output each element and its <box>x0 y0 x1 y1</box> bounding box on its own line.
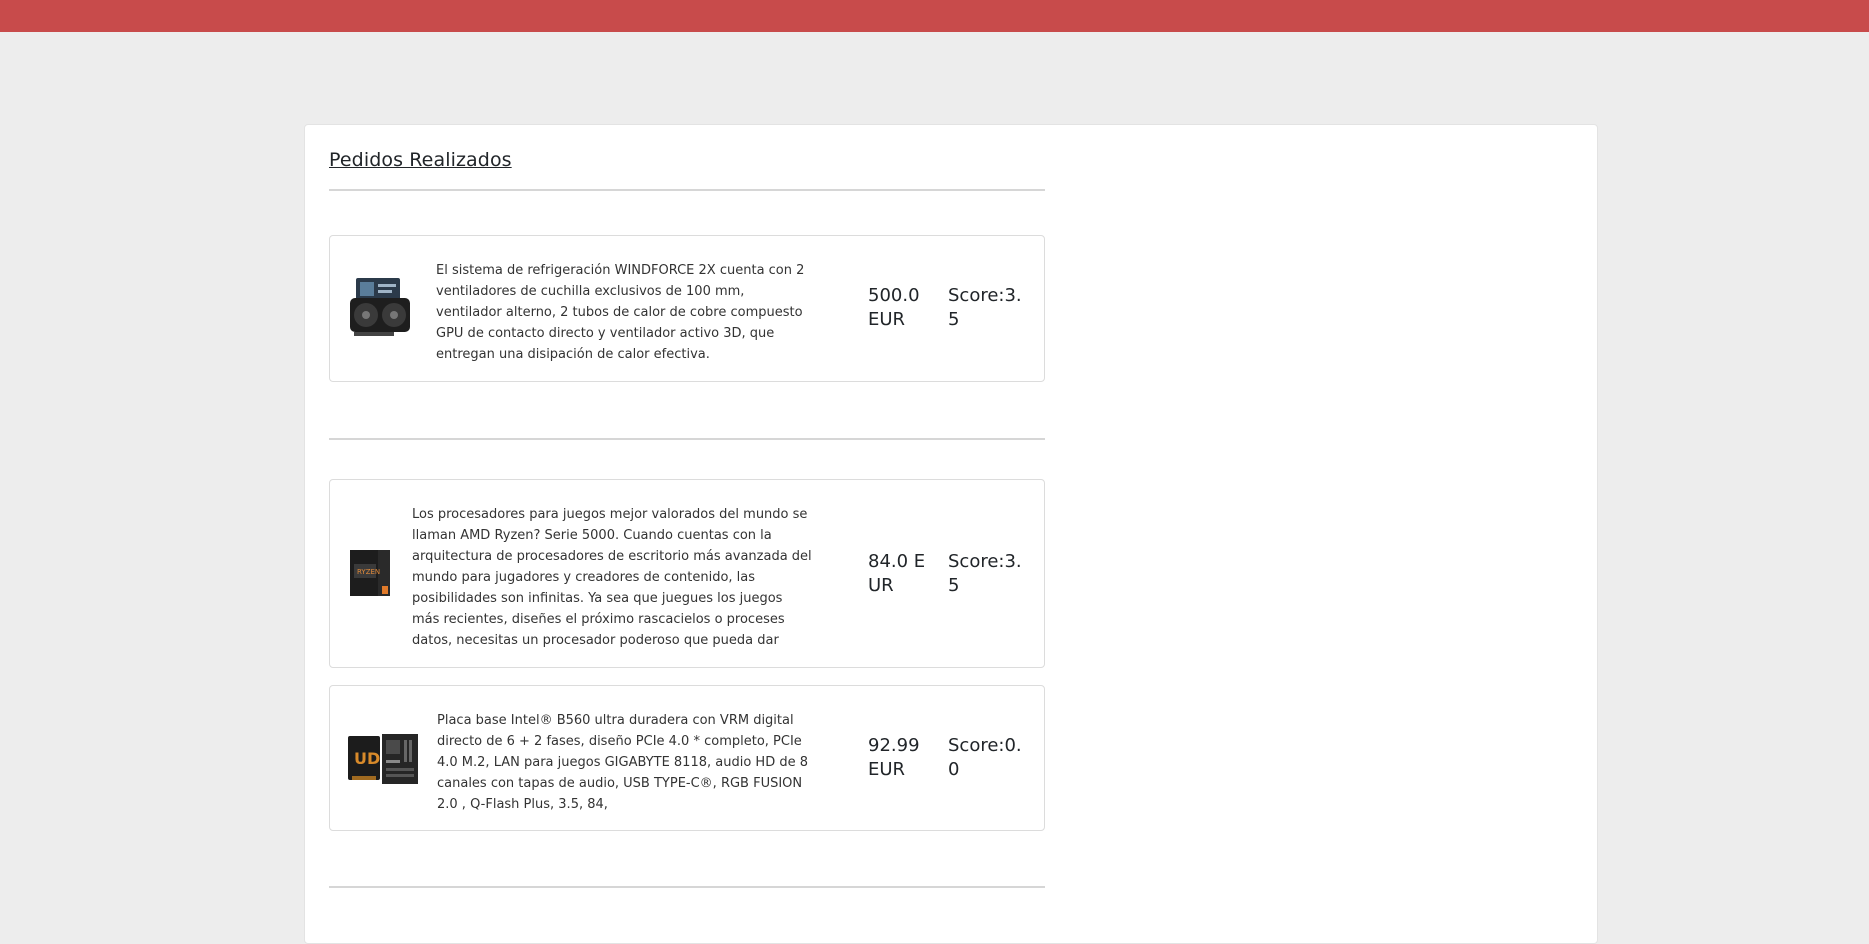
orders-card: Pedidos Realizados El sistema de refrige… <box>304 124 1598 944</box>
divider <box>329 189 1045 191</box>
order-description: Placa base Intel® B560 ultra duradera co… <box>437 713 808 812</box>
order-score: Score:0.0 <box>948 735 1022 780</box>
processor-box-image: RYZEN <box>350 550 390 596</box>
svg-text:RYZEN: RYZEN <box>357 568 380 576</box>
order-item: El sistema de refrigeración WINDFORCE 2X… <box>329 235 1045 382</box>
order-score: Score:3.5 <box>948 551 1022 596</box>
order-price: 92.99 EUR <box>868 735 920 780</box>
order-price: 84.0 EUR <box>868 551 926 596</box>
motherboard-image: UD <box>348 734 418 784</box>
order-description: Los procesadores para juegos mejor valor… <box>412 507 812 648</box>
page-title: Pedidos Realizados <box>329 149 512 171</box>
top-navbar <box>0 0 1869 32</box>
order-description: El sistema de refrigeración WINDFORCE 2X… <box>436 263 805 362</box>
graphics-card-image <box>350 278 410 336</box>
order-price: 500.0 EUR <box>868 285 920 330</box>
divider <box>329 886 1045 888</box>
divider <box>329 438 1045 440</box>
svg-text:UD: UD <box>354 749 380 768</box>
order-item: RYZEN Los procesadores para juegos mejor… <box>329 479 1045 668</box>
order-score: Score:3.5 <box>948 285 1022 330</box>
order-item: UD Placa base Intel® B560 ultra duradera… <box>329 685 1045 831</box>
